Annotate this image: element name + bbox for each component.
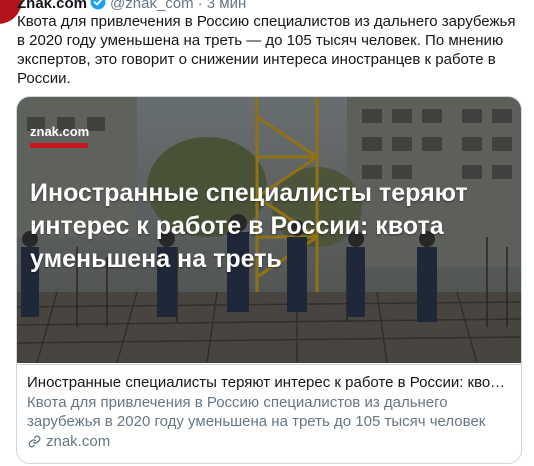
- author-handle[interactable]: @znak_com: [110, 0, 194, 12]
- card-body[interactable]: Иностранные специалисты теряют интерес к…: [17, 364, 521, 451]
- author-name[interactable]: Znak.com: [17, 0, 87, 12]
- tweet-text: Квота для привлечения в Россию специалис…: [17, 13, 516, 87]
- card-domain: znak.com: [27, 432, 511, 451]
- card-image-headline: Иностранные специалисты теряют интерес к…: [30, 179, 468, 273]
- logo-underline: [30, 143, 88, 148]
- znak-logo: znak.com: [30, 124, 90, 139]
- link-card[interactable]: znak.com Иностранные специалисты теряют …: [16, 96, 522, 464]
- tweet-time[interactable]: · 3 мин: [198, 0, 247, 12]
- card-title: Иностранные специалисты теряют интерес к…: [27, 374, 511, 391]
- card-description: Квота для привлечения в Россию специалис…: [27, 394, 486, 430]
- card-domain-text: znak.com: [46, 433, 111, 450]
- link-icon: [28, 435, 41, 448]
- card-image[interactable]: znak.com Иностранные специалисты теряют …: [17, 97, 521, 363]
